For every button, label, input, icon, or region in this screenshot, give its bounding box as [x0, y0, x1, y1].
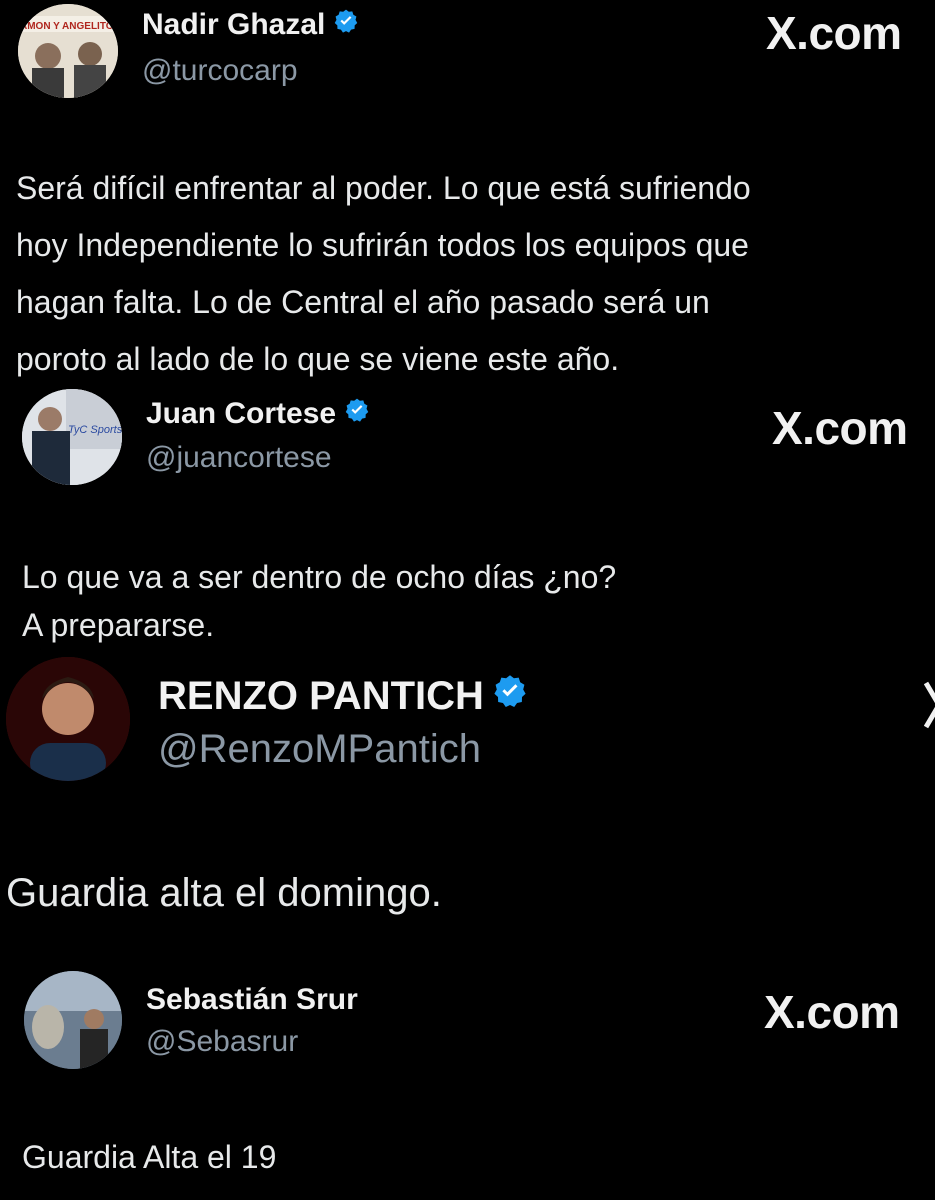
display-name[interactable]: Sebastián Srur [146, 983, 358, 1017]
handle[interactable]: @juancortese [146, 441, 332, 475]
verified-badge-icon [492, 673, 528, 719]
handle[interactable]: @turcocarp [142, 54, 298, 88]
x-logo-icon[interactable] [924, 679, 935, 731]
verified-badge-icon [344, 397, 370, 431]
avatar[interactable]: AMON Y ANGELITO [18, 4, 118, 98]
avatar-caption: TyC Sports [68, 424, 122, 436]
tweet-card: Sebastián Srur @Sebasrur X.com Guardia A… [0, 965, 935, 1200]
display-name[interactable]: RENZO PANTICH [158, 673, 528, 719]
site-label: X.com [764, 986, 900, 1038]
x-logo-icon[interactable]: X.com [766, 6, 902, 60]
tweet-text: Será difícil enfrentar al poder. Lo que … [16, 170, 751, 377]
display-name-text[interactable]: RENZO PANTICH [158, 674, 484, 719]
display-name[interactable]: Nadir Ghazal [142, 8, 359, 42]
display-name-text[interactable]: Juan Cortese [146, 397, 336, 431]
x-logo-icon[interactable]: X.com [772, 401, 908, 455]
avatar-caption: AMON Y ANGELITO [20, 21, 114, 32]
site-label: X.com [766, 7, 902, 59]
tweet-text: Guardia alta el domingo. [6, 871, 442, 915]
x-logo-icon[interactable]: X.com [764, 985, 900, 1039]
tweet-card: RENZO PANTICH @RenzoMPantich Guardia alt… [0, 655, 935, 955]
avatar[interactable] [6, 657, 130, 781]
tweet-text: Lo que va a ser dentro de ocho días ¿no?… [22, 559, 617, 643]
handle[interactable]: @Sebasrur [146, 1025, 298, 1059]
tweet-card: TyC Sports Juan Cortese @juancortese X.c… [0, 385, 935, 655]
avatar[interactable] [24, 971, 122, 1069]
verified-badge-icon [333, 8, 359, 42]
site-label: X.com [772, 402, 908, 454]
display-name[interactable]: Juan Cortese [146, 397, 370, 431]
display-name-text[interactable]: Sebastián Srur [146, 983, 358, 1017]
avatar[interactable]: TyC Sports [22, 389, 122, 485]
handle[interactable]: @RenzoMPantich [158, 727, 481, 772]
tweet-card: AMON Y ANGELITO Nadir Ghazal @turcocarp … [0, 0, 935, 380]
display-name-text[interactable]: Nadir Ghazal [142, 8, 325, 42]
tweet-text: Guardia Alta el 19 [22, 1139, 277, 1175]
